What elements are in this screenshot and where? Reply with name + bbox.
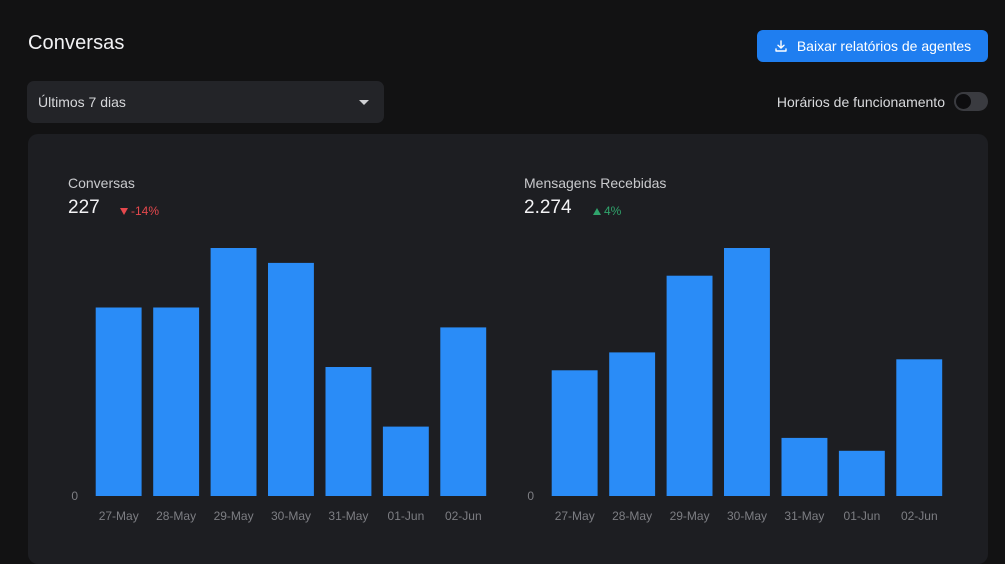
chart-bar-02-Jun[interactable] bbox=[896, 359, 943, 496]
charts-panel: Conversas 227 -14% 27-May 28-May 29-May 30-… bbox=[28, 134, 988, 564]
date-range-select[interactable]: Últimos 7 dias bbox=[27, 81, 384, 123]
page-title: Conversas bbox=[28, 32, 125, 54]
messages-received-bar-chart: 27-May 28-May 29-May 30-May 31-May 01-Jun 02-J… bbox=[527, 248, 943, 523]
download-icon bbox=[774, 39, 788, 53]
x-tick-label: 28-May bbox=[612, 509, 652, 523]
chart-bar-01-Jun[interactable] bbox=[382, 426, 429, 496]
x-tick-label: 27-May bbox=[99, 509, 139, 523]
x-tick-label: 31-May bbox=[328, 509, 368, 523]
x-tick-label: 30-May bbox=[727, 509, 767, 523]
download-button-label: Baixar relatórios de agentes bbox=[796, 38, 972, 54]
download-agent-reports-button[interactable]: Baixar relatórios de agentes bbox=[757, 30, 988, 62]
chart-bar-28-May[interactable] bbox=[153, 307, 200, 497]
business-hours-control: Horários de funcionamento bbox=[777, 92, 988, 111]
x-tick-label: 29-May bbox=[214, 509, 254, 523]
business-hours-label: Horários de funcionamento bbox=[776, 93, 945, 110]
x-tick-label: 30-May bbox=[271, 509, 311, 523]
chart-bar-02-Jun[interactable] bbox=[440, 327, 487, 496]
x-tick-label: 01-Jun bbox=[844, 509, 881, 523]
conversations-bar-chart: 27-May 28-May 29-May 30-May 31-May 01-Jun 02-J… bbox=[71, 248, 487, 523]
chart-bar-28-May[interactable] bbox=[609, 352, 656, 496]
x-tick-label: 27-May bbox=[555, 509, 595, 523]
chevron-down-icon bbox=[359, 99, 369, 105]
toggle-knob bbox=[956, 94, 971, 109]
chart-bar-31-May[interactable] bbox=[781, 437, 828, 496]
x-tick-label: 01-Jun bbox=[388, 509, 425, 523]
chart-bar-31-May[interactable] bbox=[325, 367, 372, 496]
y-tick-label: 0 bbox=[71, 489, 78, 503]
chart-bar-29-May[interactable] bbox=[210, 248, 257, 496]
date-range-value: Últimos 7 dias bbox=[38, 94, 126, 110]
x-tick-label: 31-May bbox=[784, 509, 824, 523]
chart-bar-27-May[interactable] bbox=[551, 370, 598, 496]
chart-bar-29-May[interactable] bbox=[666, 275, 713, 496]
y-tick-label: 0 bbox=[527, 489, 534, 503]
x-tick-label: 29-May bbox=[670, 509, 710, 523]
chart-bar-30-May[interactable] bbox=[268, 262, 314, 496]
x-tick-label: 28-May bbox=[156, 509, 196, 523]
x-tick-label: 02-Jun bbox=[901, 509, 938, 523]
chart-bar-30-May[interactable] bbox=[724, 248, 770, 496]
x-tick-label: 02-Jun bbox=[445, 509, 482, 523]
business-hours-toggle[interactable] bbox=[954, 92, 988, 111]
chart-bar-01-Jun[interactable] bbox=[838, 450, 885, 496]
chart-bar-27-May[interactable] bbox=[95, 307, 142, 497]
